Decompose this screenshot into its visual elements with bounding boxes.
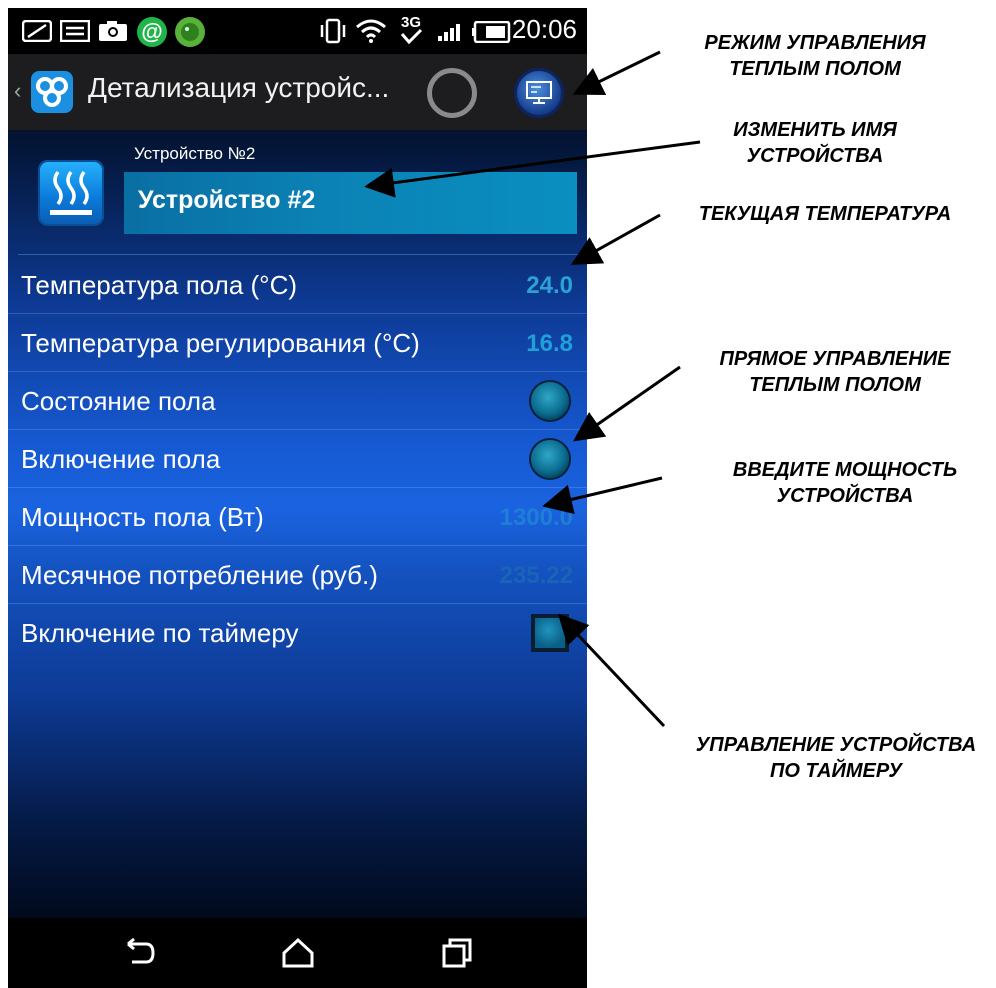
floor-power-toggle[interactable] [531, 440, 569, 478]
floor-state-indicator [531, 382, 569, 420]
status-bar: @ 3G 20:06 [8, 8, 587, 54]
control-mode-button[interactable] [514, 68, 564, 118]
annotation-enter-power: ВВЕДИТЕ МОЩНОСТЬ УСТРОЙСТВА [732, 459, 958, 507]
floor-power-on-label: Включение пола [21, 444, 221, 474]
chevron-left-icon[interactable]: ‹ [14, 78, 21, 104]
floor-power-label: Мощность пола (Вт) [21, 502, 264, 532]
regulation-temperature-label: Температура регулирования (°C) [21, 328, 420, 358]
regulation-temperature-value[interactable]: 16.8 [526, 330, 573, 358]
device-name-field[interactable]: Устройство #2 [124, 172, 577, 234]
camera-icon [99, 21, 127, 41]
annotation-current-temperature: ТЕКУЩАЯ ТЕМПЕРАТУРА [698, 203, 952, 225]
vibrate-icon [320, 18, 346, 44]
row-floor-state: Состояние пола [8, 372, 587, 430]
back-icon[interactable] [120, 936, 160, 970]
device-number-label: Устройство №2 [134, 144, 256, 163]
wifi-icon [356, 19, 386, 43]
floor-temperature-label: Температура пола (°C) [21, 270, 298, 300]
monitor-icon [526, 81, 552, 104]
floor-power-input[interactable]: 1300.0 [500, 504, 573, 532]
signal-icon [438, 24, 460, 41]
device-name-text: Устройство #2 [138, 186, 316, 214]
device-detail-panel: Устройство №2 Устройство #2 Температура … [8, 130, 587, 918]
timer-checkbox[interactable] [531, 614, 569, 652]
monthly-consumption-value: 235.22 [499, 562, 573, 589]
arrow-control-mode [572, 50, 661, 95]
timer-on-label: Включение по таймеру [21, 618, 299, 648]
page-title: Детализация устройс... [88, 72, 390, 103]
arrow-direct-control [573, 365, 681, 442]
row-floor-temperature: Температура пола (°C) 24.0 [8, 256, 587, 314]
at-sign-icon: @ [137, 17, 167, 47]
action-bar: ‹ Детализация устройс... [8, 54, 587, 132]
home-icon[interactable] [280, 936, 316, 970]
gallery-icon [60, 20, 90, 42]
floor-temperature-value: 24.0 [526, 272, 573, 299]
navigation-bar [8, 918, 587, 988]
message-icon [22, 20, 52, 42]
monthly-consumption-label: Месячное потребление (руб.) [21, 560, 378, 590]
row-floor-power: Мощность пола (Вт) 1300.0 [8, 488, 587, 546]
heated-floor-icon [38, 160, 104, 226]
recent-apps-icon[interactable] [440, 936, 474, 970]
svg-text:3G: 3G [401, 14, 421, 31]
clock: 20:06 [511, 14, 577, 44]
shield-icon [175, 17, 205, 47]
annotation-timer-control: УПРАВЛЕНИЕ УСТРОЙСТВА ПО ТАЙМЕРУ [695, 734, 977, 782]
progress-spinner [427, 68, 477, 118]
annotation-direct-control: ПРЯМОЕ УПРАВЛЕНИЕ ТЕПЛЫМ ПОЛОМ [719, 348, 951, 396]
network-3g-icon: 3G [400, 14, 423, 45]
battery-icon [472, 21, 511, 43]
row-timer-on: Включение по таймеру [8, 604, 587, 661]
row-monthly-consumption: Месячное потребление (руб.) 235.22 [8, 546, 587, 604]
arrow-current-temperature [570, 213, 661, 265]
floor-state-label: Состояние пола [21, 386, 216, 416]
divider [18, 254, 578, 255]
annotation-control-mode: РЕЖИМ УПРАВЛЕНИЯ ТЕПЛЫМ ПОЛОМ [704, 32, 926, 80]
phone-screen: @ 3G 20:06 ‹ Детализация устройс... Устр… [8, 8, 587, 988]
svg-text:@: @ [141, 19, 162, 44]
row-regulation-temperature: Температура регулирования (°C) 16.8 [8, 314, 587, 372]
app-logo-icon[interactable] [30, 70, 74, 114]
row-floor-power-on: Включение пола [8, 430, 587, 488]
annotation-rename-device: ИЗМЕНИТЬ ИМЯ УСТРОЙСТВА [733, 119, 897, 167]
